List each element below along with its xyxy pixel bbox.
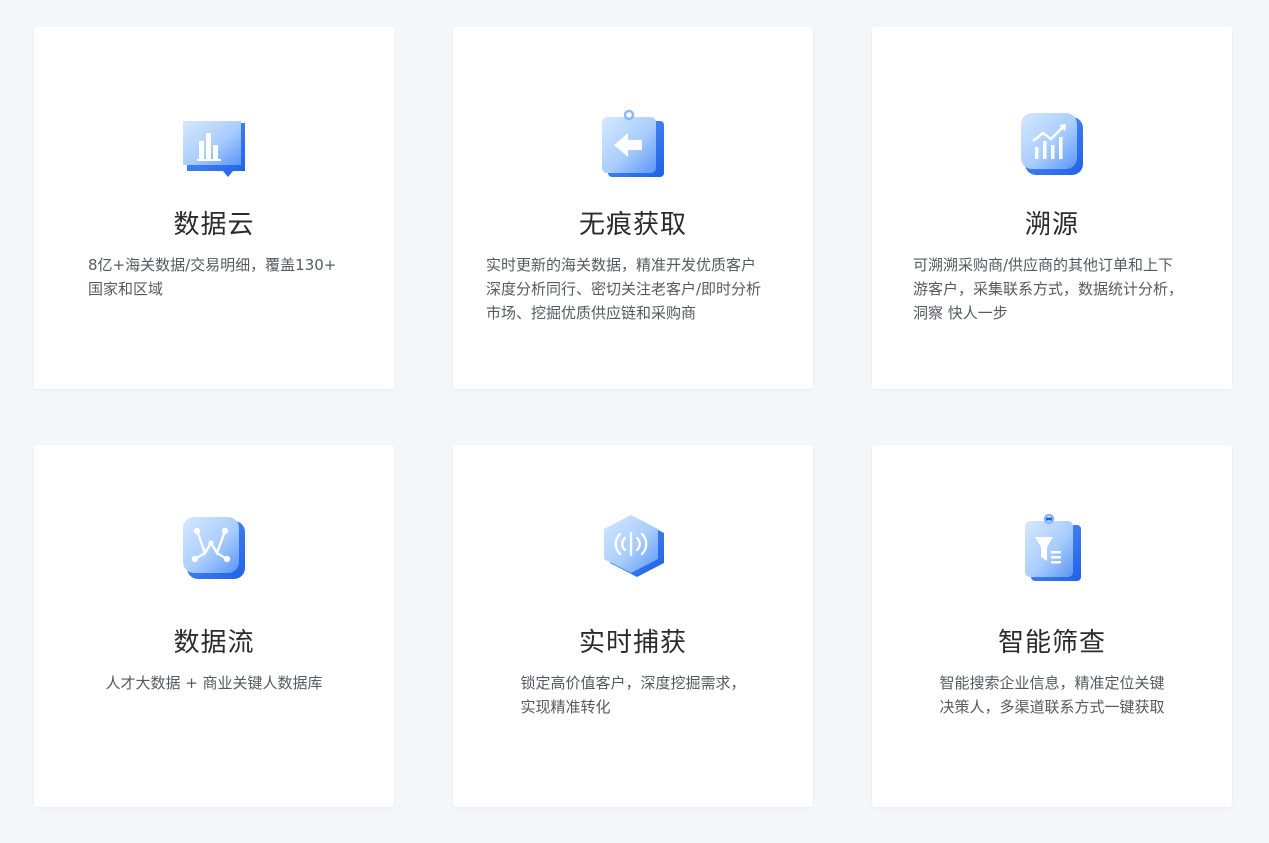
- network-flow-icon: [181, 513, 247, 583]
- signal-hexagon-icon: [600, 513, 666, 583]
- card-description: 可溯溯采购商/供应商的其他订单和上下 游客户，采集联系方式，数据统计分析， 洞察…: [913, 256, 1184, 322]
- card-title: 数据云: [173, 210, 255, 240]
- feature-card-smart-filter[interactable]: 智能筛查 智能搜索企业信息，精准定位关键 决策人，多渠道联系方式一键获取: [872, 445, 1232, 807]
- feature-card-trace-source[interactable]: 溯源 可溯溯采购商/供应商的其他订单和上下 游客户，采集联系方式，数据统计分析，…: [872, 27, 1232, 389]
- feature-card-data-cloud[interactable]: 数据云 8亿+海关数据/交易明细，覆盖130+ 国家和区域: [34, 27, 394, 389]
- card-title: 无痕获取: [578, 210, 687, 240]
- filter-clipboard-icon: [1019, 513, 1085, 583]
- card-description: 智能搜索企业信息，精准定位关键 决策人，多渠道联系方式一键获取: [939, 674, 1165, 716]
- trend-chart-icon: [1019, 109, 1085, 179]
- card-description: 锁定高价值客户，深度挖掘需求， 实现精准转化: [520, 674, 746, 716]
- feature-card-traceless-fetch[interactable]: 无痕获取 实时更新的海关数据，精准开发优质客户 深度分析同行、密切关注老客户/即…: [453, 27, 813, 389]
- card-description: 人才大数据 + 商业关键人数据库: [105, 674, 323, 692]
- card-title: 实时捕获: [578, 628, 687, 658]
- card-title: 智能筛查: [997, 628, 1106, 658]
- card-description: 实时更新的海关数据，精准开发优质客户 深度分析同行、密切关注老客户/即时分析 市…: [486, 256, 762, 322]
- clipboard-arrow-icon: [600, 109, 666, 179]
- card-title: 数据流: [173, 628, 255, 658]
- feature-card-data-flow[interactable]: 数据流 人才大数据 + 商业关键人数据库: [34, 445, 394, 807]
- bar-chart-icon: [181, 109, 247, 179]
- card-description: 8亿+海关数据/交易明细，覆盖130+ 国家和区域: [88, 256, 337, 298]
- feature-card-realtime-capture[interactable]: 实时捕获 锁定高价值客户，深度挖掘需求， 实现精准转化: [453, 445, 813, 807]
- card-title: 溯源: [1024, 210, 1079, 240]
